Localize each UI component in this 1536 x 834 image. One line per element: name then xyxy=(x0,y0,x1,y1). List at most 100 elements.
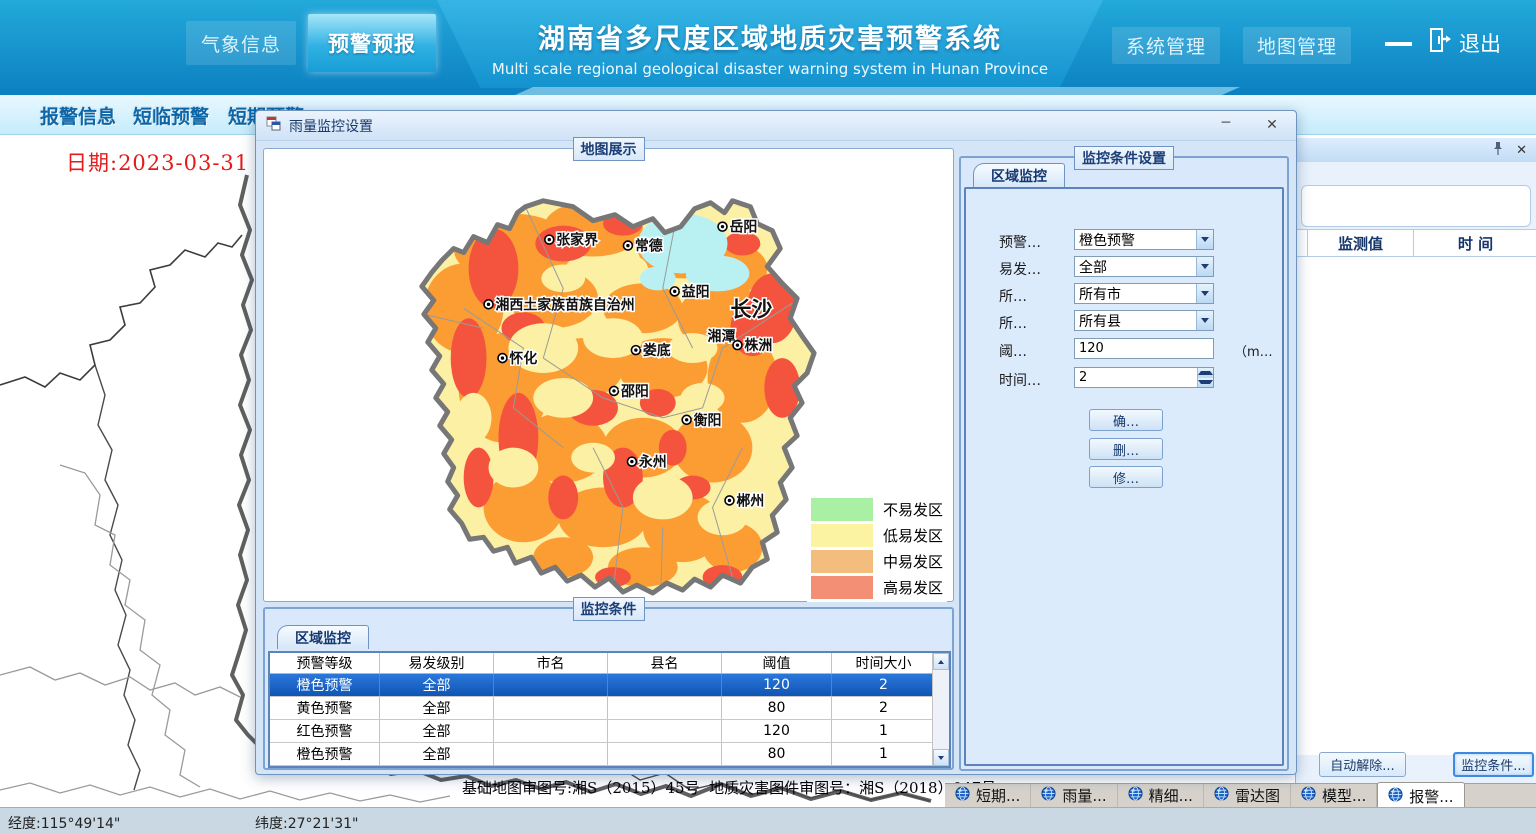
dialog-close-button[interactable]: ✕ xyxy=(1259,117,1285,133)
modify-button[interactable]: 修… xyxy=(1089,466,1163,488)
spinner-down-icon[interactable] xyxy=(1198,378,1213,388)
subnav-item-1[interactable]: 短临预警 xyxy=(133,102,209,129)
pin-icon[interactable] xyxy=(1492,141,1504,160)
taskbar-tab-1[interactable]: 雨量... xyxy=(1031,784,1117,807)
panel-filter-box[interactable] xyxy=(1301,185,1531,227)
tab-area-monitoring-table[interactable]: 区域监控 xyxy=(277,625,369,649)
panel-table-header: 监测值 时 间 xyxy=(1296,229,1536,257)
county-select[interactable]: 所有县 xyxy=(1074,310,1214,331)
city-label: 娄底 xyxy=(643,342,671,359)
nav-system-management[interactable]: 系统管理 xyxy=(1112,27,1220,64)
exit-button[interactable]: 退出 xyxy=(1428,27,1501,58)
dropdown-arrow-icon[interactable] xyxy=(1196,257,1213,276)
table-cell: 橙色预警 xyxy=(270,743,380,765)
table-row-0[interactable]: 橙色预警全部1202 xyxy=(270,674,949,697)
nav-weather-info[interactable]: 气象信息 xyxy=(186,21,296,65)
city-label: 张家界 xyxy=(556,232,598,249)
taskbar-tab-2[interactable]: 精细... xyxy=(1118,784,1204,807)
legend-swatch xyxy=(811,576,873,599)
city-label: 常德 xyxy=(635,238,663,255)
auto-release-button[interactable]: 自动解除... xyxy=(1319,752,1406,777)
delete-button[interactable]: 删… xyxy=(1089,438,1163,460)
table-cell: 2 xyxy=(832,697,936,719)
table-cell: 全部 xyxy=(380,720,494,742)
map-display-group: 地图展示 xyxy=(263,148,954,602)
susceptibility-select[interactable]: 全部 xyxy=(1074,256,1214,277)
table-row-3[interactable]: 橙色预警全部801 xyxy=(270,743,949,766)
threshold-input[interactable]: 120 xyxy=(1074,338,1214,359)
table-cell: 全部 xyxy=(380,697,494,719)
city-label: 邵阳 xyxy=(620,384,649,400)
table-cell: 120 xyxy=(722,720,832,742)
table-scrollbar[interactable] xyxy=(932,653,949,766)
panel-close-icon[interactable]: ✕ xyxy=(1516,144,1527,157)
dropdown-arrow-icon[interactable] xyxy=(1196,284,1213,303)
dialog-minimize-button[interactable]: ─ xyxy=(1213,115,1239,131)
settings-group-caption: 监控条件设置 xyxy=(1074,146,1174,170)
conditions-table-header: 预警等级易发级别市名县名阈值时间大小 xyxy=(270,653,949,674)
spinner-up-icon[interactable] xyxy=(1198,368,1213,378)
table-cell: 全部 xyxy=(380,674,494,696)
table-col-header-2[interactable]: 市名 xyxy=(494,653,608,673)
table-col-header-1[interactable]: 易发级别 xyxy=(380,653,494,673)
table-col-header-5[interactable]: 时间大小 xyxy=(832,653,936,673)
legend-row-0: 不易发区 xyxy=(811,496,943,522)
globe-icon xyxy=(1388,787,1403,806)
latitude-readout: 纬度:27°21'31" xyxy=(255,813,358,833)
map-group-caption: 地图展示 xyxy=(573,137,645,161)
panel-col-monitor-value[interactable]: 监测值 xyxy=(1308,230,1414,256)
nav-map-management[interactable]: 地图管理 xyxy=(1243,27,1351,64)
city-label: 郴州 xyxy=(736,492,764,509)
status-bar: 经度:115°49'14" 纬度:27°21'31" xyxy=(0,807,1536,834)
city-label: 永州 xyxy=(638,454,667,471)
scroll-up-icon[interactable] xyxy=(933,653,949,670)
time-spinner[interactable]: 2 xyxy=(1074,367,1214,388)
field-label-threshold: 阈… xyxy=(999,341,1027,361)
nav-warning-forecast[interactable]: 预警预报 xyxy=(308,14,436,72)
legend-label: 低易发区 xyxy=(883,525,943,546)
table-col-header-4[interactable]: 阈值 xyxy=(722,653,832,673)
rainfall-monitor-dialog: 雨量监控设置 ─ ✕ 地图展示 xyxy=(255,110,1297,775)
warning-level-select[interactable]: 橙色预警 xyxy=(1074,229,1214,250)
city-label: 岳阳 xyxy=(729,219,757,236)
legend-row-3: 高易发区 xyxy=(811,574,943,600)
city-select[interactable]: 所有市 xyxy=(1074,283,1214,304)
exit-label: 退出 xyxy=(1459,28,1501,58)
warning-level-value: 橙色预警 xyxy=(1075,230,1196,250)
settings-form: 预警… 橙色预警 易发… 全部 所… 所有市 所… 所有县 xyxy=(964,187,1284,766)
tab-area-monitoring[interactable]: 区域监控 xyxy=(973,163,1065,187)
taskbar-tab-4[interactable]: 模型... xyxy=(1291,784,1377,807)
subnav-item-0[interactable]: 报警信息 xyxy=(40,102,116,129)
table-col-header-0[interactable]: 预警等级 xyxy=(270,653,380,673)
window-minimize-button[interactable] xyxy=(1385,42,1412,46)
field-label-time: 时间… xyxy=(999,370,1041,390)
scroll-down-icon[interactable] xyxy=(933,749,949,766)
dialog-title: 雨量监控设置 xyxy=(289,116,373,136)
app-title-banner: 湖南省多尺度区域地质灾害预警系统 Multi scale regional ge… xyxy=(437,0,1103,88)
dropdown-arrow-icon[interactable] xyxy=(1196,311,1213,330)
field-label-susceptibility: 易发… xyxy=(999,259,1041,279)
table-row-2[interactable]: 红色预警全部1201 xyxy=(270,720,949,743)
confirm-button[interactable]: 确… xyxy=(1089,409,1163,431)
table-col-header-3[interactable]: 县名 xyxy=(608,653,722,673)
panel-col-time[interactable]: 时 间 xyxy=(1414,230,1536,256)
legend-label: 中易发区 xyxy=(883,551,943,572)
taskbar-tab-3[interactable]: 雷达图 xyxy=(1204,784,1291,807)
app-window: 气象信息 预警预报 湖南省多尺度区域地质灾害预警系统 Multi scale r… xyxy=(0,0,1536,834)
taskbar-tab-5[interactable]: 报警... xyxy=(1377,782,1464,807)
globe-icon xyxy=(1214,786,1229,805)
table-cell: 橙色预警 xyxy=(270,674,380,696)
dialog-titlebar[interactable]: 雨量监控设置 ─ ✕ xyxy=(256,111,1296,141)
conditions-table: 预警等级易发级别市名县名阈值时间大小 橙色预警全部1202黄色预警全部802红色… xyxy=(268,651,951,768)
app-subtitle: Multi scale regional geological disaster… xyxy=(492,60,1048,78)
table-cell: 120 xyxy=(722,674,832,696)
dropdown-arrow-icon[interactable] xyxy=(1196,230,1213,249)
monitor-condition-button[interactable]: 监控条件... xyxy=(1453,752,1534,777)
table-cell: 1 xyxy=(832,743,936,765)
taskbar-tab-0[interactable]: 短期... xyxy=(945,784,1031,807)
app-header: 气象信息 预警预报 湖南省多尺度区域地质灾害预警系统 Multi scale r… xyxy=(0,0,1536,95)
map-license-text: 基础地图审图号:湘S（2015）45号 地质灾害图件审图号：湘S（2018）04… xyxy=(462,777,996,798)
city-label: 湘潭 xyxy=(708,328,736,345)
field-label-city: 所… xyxy=(999,286,1027,306)
table-row-1[interactable]: 黄色预警全部802 xyxy=(270,697,949,720)
